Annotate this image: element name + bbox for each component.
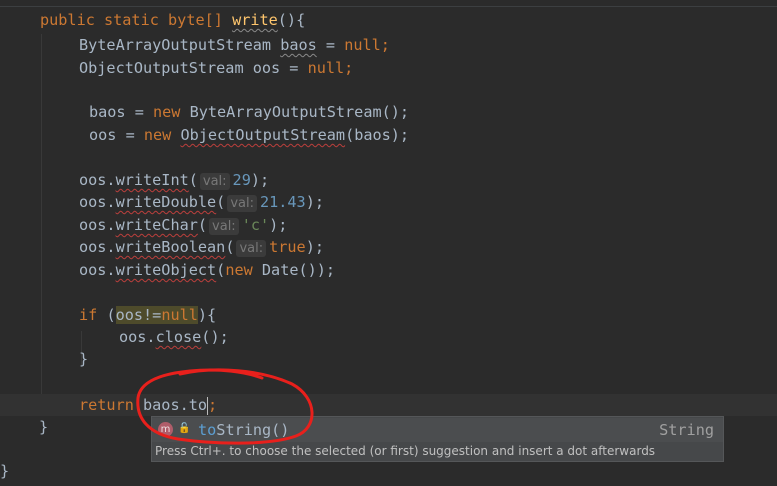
completion-name-rest: String(): [216, 421, 290, 439]
code-text: (: [216, 193, 226, 211]
keyword: public static: [40, 11, 159, 29]
code-line-decl-baos: ByteArrayOutputStream baos = null;: [79, 34, 390, 56]
condition-highlight: oos!=null: [115, 306, 198, 324]
semicolon: ;: [344, 59, 354, 77]
code-text: oos.: [119, 328, 156, 346]
code-text: oos!=: [115, 306, 162, 324]
code-text: oos.: [79, 238, 116, 256]
code-text: }: [39, 418, 49, 436]
code-line-write-char: oos.writeChar(val:'c');: [79, 214, 287, 236]
code-text: =: [316, 36, 345, 54]
code-text: oos.: [79, 261, 116, 279]
code-line-method-close: }: [39, 416, 48, 438]
parameter-hint: val:: [227, 195, 257, 212]
code-text: (baos);: [345, 126, 410, 144]
method-call: close: [155, 328, 202, 346]
keyword: null: [344, 36, 381, 54]
code-text: );: [250, 171, 270, 189]
code-text: );: [305, 193, 324, 211]
code-text: oos =: [89, 126, 144, 144]
code-text: (: [97, 306, 116, 324]
argument-value: true: [269, 238, 306, 256]
semicolon: ;: [208, 396, 218, 414]
code-text: );: [269, 216, 288, 234]
code-text: ObjectOutputStream oos =: [79, 59, 308, 77]
argument-value: 29: [232, 171, 251, 189]
keyword: new: [143, 126, 172, 144]
code-text: oos.: [79, 171, 116, 189]
code-line-write-object: oos.writeObject(new Date());: [79, 259, 335, 281]
code-line-assign-baos: baos = new ByteArrayOutputStream();: [89, 101, 409, 123]
code-line-write-boolean: oos.writeBoolean(val: true);: [79, 236, 324, 258]
code-text: );: [305, 238, 324, 256]
code-line-write-int: oos.writeInt(val: 29);: [79, 169, 269, 191]
code-line-close-call: oos.close();: [119, 326, 229, 348]
method-name: write: [232, 11, 278, 29]
code-text: (: [197, 216, 208, 234]
editor-top-border: [0, 6, 777, 7]
method-call: writeChar: [115, 216, 198, 234]
code-text: ByteArrayOutputStream();: [180, 103, 410, 121]
code-text: ();: [201, 328, 229, 346]
parameter-hint: val:: [236, 240, 267, 257]
matched-prefix: to: [198, 421, 217, 439]
code-text: }: [79, 350, 89, 368]
code-text: oos.: [79, 193, 116, 211]
method-call: writeInt: [115, 171, 189, 189]
code-line-write-double: oos.writeDouble(val: 21.43);: [79, 191, 324, 213]
completion-hint: Press Ctrl+. to choose the selected (or …: [155, 444, 656, 458]
code-text: ){: [197, 306, 217, 324]
code-text: Date());: [252, 261, 336, 279]
keyword: new: [153, 103, 181, 121]
code-text: baos.to: [133, 396, 208, 414]
method-icon: m: [158, 422, 173, 437]
constructor-call: ObjectOutputStream: [180, 126, 346, 144]
method-call: writeObject: [115, 261, 217, 279]
keyword: return: [79, 396, 134, 414]
semicolon: ;: [380, 36, 390, 54]
keyword: null: [161, 306, 198, 324]
keyword: if: [79, 306, 98, 324]
keyword: byte[]: [168, 11, 223, 29]
code-text: (: [216, 261, 226, 279]
keyword: new: [225, 261, 253, 279]
code-line-if: if (oos!=null){: [79, 304, 216, 326]
parameter-hint: val:: [209, 218, 239, 235]
code-line-return: return baos.to;: [79, 394, 217, 416]
method-call: writeBoolean: [115, 238, 226, 256]
completion-item[interactable]: m 🔓 toString() String: [152, 418, 723, 442]
indent-guide: [41, 34, 42, 414]
completion-item-name: toString(): [198, 419, 289, 441]
code-text: (){: [277, 11, 306, 29]
code-text: (: [225, 238, 235, 256]
code-text: (: [188, 171, 198, 189]
argument-value: 'c': [241, 216, 270, 234]
argument-value: 21.43: [259, 193, 306, 211]
code-text: oos.: [79, 216, 116, 234]
keyword: null: [307, 59, 345, 77]
completion-item-type: String: [659, 421, 714, 439]
code-line-class-close: }: [0, 460, 9, 482]
parameter-hint: val:: [199, 173, 230, 190]
code-text: ByteArrayOutputStream: [79, 36, 272, 54]
code-text: baos =: [89, 103, 154, 121]
code-line-method-signature: public static byte[] write(){: [40, 9, 305, 31]
lock-open-icon: 🔓: [178, 423, 191, 434]
method-call: writeDouble: [115, 193, 217, 211]
code-line-if-close: }: [79, 348, 88, 370]
completion-popup: m 🔓 toString() String Press Ctrl+. to ch…: [151, 416, 724, 462]
variable-name: baos: [280, 36, 317, 54]
code-line-decl-oos: ObjectOutputStream oos = null;: [79, 57, 353, 79]
code-text: }: [0, 462, 10, 480]
code-line-assign-oos: oos = new ObjectOutputStream(baos);: [89, 124, 409, 146]
